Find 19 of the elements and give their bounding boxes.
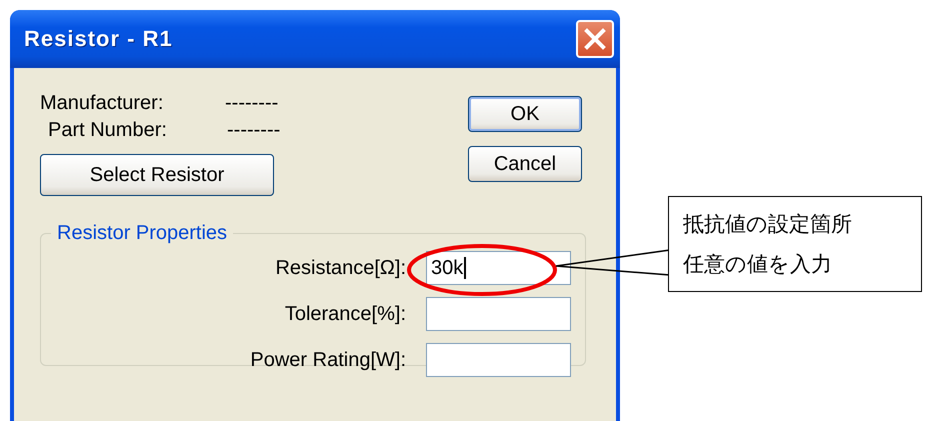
- info-label: Manufacturer:: [40, 92, 164, 115]
- group-title: Resistor Properties: [56, 222, 228, 245]
- input-field[interactable]: [426, 297, 571, 331]
- annotation-text: 任意の値を入力: [683, 251, 833, 278]
- input-field[interactable]: [426, 343, 571, 377]
- select-resistor-button[interactable]: Select Resistor: [40, 154, 274, 196]
- info-value: --------: [226, 119, 280, 142]
- info-value: --------: [225, 92, 280, 115]
- close-icon: [584, 28, 606, 50]
- field-label: Tolerance[%]:: [284, 302, 406, 326]
- info-label: Part Number:: [47, 119, 168, 142]
- close-button[interactable]: [576, 20, 614, 58]
- input-field[interactable]: 30k: [426, 251, 571, 285]
- dialog-button[interactable]: Cancel: [468, 146, 582, 182]
- window-title: Resistor - R1: [24, 26, 173, 52]
- annotation-text: 抵抗値の設定箇所: [683, 211, 853, 238]
- field-label: Resistance[Ω]:: [274, 256, 406, 280]
- dialog-button[interactable]: OK: [468, 96, 582, 132]
- field-label: Power Rating[W]:: [249, 348, 406, 372]
